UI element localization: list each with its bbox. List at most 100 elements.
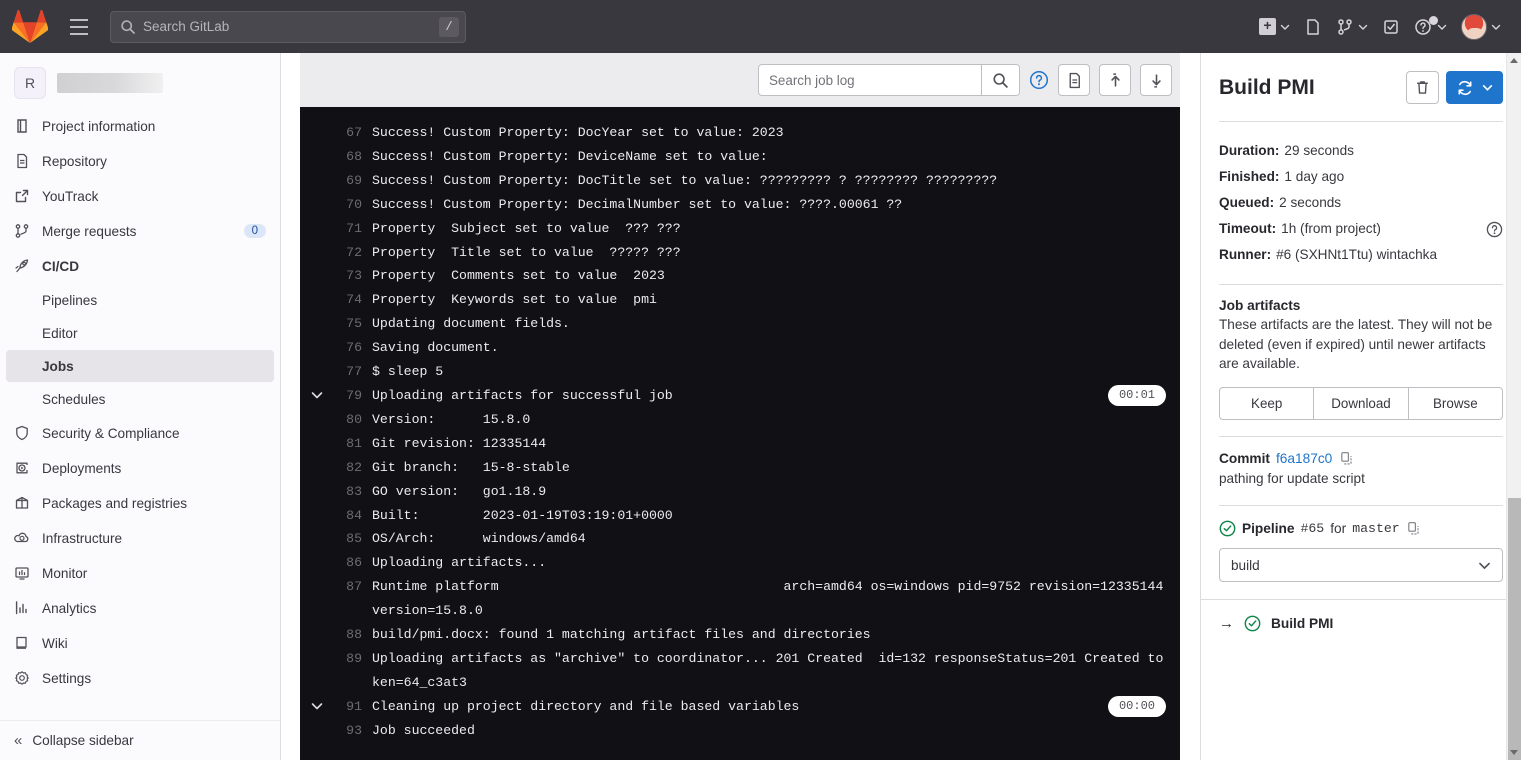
copy-icon[interactable] bbox=[1406, 521, 1421, 536]
create-new-button[interactable]: + bbox=[1253, 10, 1296, 44]
sidebar-item-security-compliance[interactable]: Security & Compliance bbox=[6, 416, 274, 450]
pipeline-ref[interactable]: master bbox=[1352, 521, 1399, 536]
sidebar-item-label: Monitor bbox=[42, 565, 88, 581]
commit-message: pathing for update script bbox=[1219, 470, 1365, 486]
log-line-number[interactable]: 89 bbox=[334, 647, 372, 671]
scrollbar-up-arrow-icon[interactable] bbox=[1510, 58, 1518, 63]
current-job-row[interactable]: → Build PMI bbox=[1219, 615, 1503, 632]
raw-log-button[interactable] bbox=[1058, 64, 1090, 96]
job-detail-timeout: Timeout: 1h (from project) bbox=[1219, 216, 1503, 242]
log-line-text: Uploading artifacts for successful job bbox=[372, 387, 673, 403]
log-line-number[interactable]: 76 bbox=[334, 336, 372, 360]
commit-sha-link[interactable]: f6a187c0 bbox=[1276, 451, 1332, 466]
issues-button[interactable] bbox=[1298, 10, 1328, 44]
sidebar-item-analytics[interactable]: Analytics bbox=[6, 591, 274, 625]
detail-value: 29 seconds bbox=[1284, 143, 1354, 158]
log-line-text: build/pmi.docx: found 1 matching artifac… bbox=[372, 627, 871, 643]
browse-artifacts-button[interactable]: Browse bbox=[1407, 386, 1503, 420]
global-search-placeholder: Search GitLab bbox=[143, 19, 230, 34]
log-line-number[interactable]: 85 bbox=[334, 527, 372, 551]
collapse-section-chevron-icon[interactable] bbox=[300, 384, 334, 408]
sidebar-item-cicd[interactable]: CI/CD bbox=[6, 249, 274, 283]
chevron-down-icon bbox=[1482, 85, 1493, 91]
section-duration-badge: 00:01 bbox=[1107, 384, 1166, 406]
sidebar-item-deployments[interactable]: Deployments bbox=[6, 451, 274, 485]
log-line-number[interactable]: 70 bbox=[334, 193, 372, 217]
stage-dropdown[interactable]: build bbox=[1219, 548, 1503, 582]
commit-section: Commit f6a187c0 pathing for update scrip… bbox=[1219, 451, 1503, 489]
scroll-to-top-button[interactable] bbox=[1099, 64, 1131, 96]
log-line-number[interactable]: 80 bbox=[334, 408, 372, 432]
log-line-number[interactable]: 83 bbox=[334, 480, 372, 504]
sidebar-item-schedules[interactable]: Schedules bbox=[6, 383, 274, 415]
page-scrollbar[interactable] bbox=[1506, 53, 1521, 760]
question-circle-icon[interactable] bbox=[1029, 70, 1049, 90]
gitlab-logo[interactable] bbox=[12, 9, 48, 44]
scroll-to-bottom-button[interactable] bbox=[1140, 64, 1172, 96]
artifacts-title: Job artifacts bbox=[1219, 298, 1301, 313]
sidebar-item-editor[interactable]: Editor bbox=[6, 317, 274, 349]
log-line-number[interactable]: 74 bbox=[334, 288, 372, 312]
collapse-sidebar-button[interactable]: « Collapse sidebar bbox=[0, 720, 280, 760]
sidebar-item-monitor[interactable]: Monitor bbox=[6, 556, 274, 590]
collapse-section-chevron-icon[interactable] bbox=[300, 695, 334, 719]
log-line-number[interactable]: 69 bbox=[334, 169, 372, 193]
sidebar-item-infrastructure[interactable]: Infrastructure bbox=[6, 521, 274, 555]
log-line-number[interactable]: 79 bbox=[334, 384, 372, 408]
log-line-number[interactable]: 91 bbox=[334, 695, 372, 719]
merge-requests-button[interactable] bbox=[1330, 10, 1374, 44]
document-icon bbox=[17, 153, 28, 169]
sidebar-item-repository[interactable]: Repository bbox=[6, 144, 274, 178]
detail-label: Runner: bbox=[1219, 247, 1272, 262]
job-log-output[interactable]: 67 Success! Custom Property: DocYear set … bbox=[300, 107, 1180, 760]
user-menu-button[interactable] bbox=[1455, 10, 1507, 44]
log-line-number[interactable]: 84 bbox=[334, 504, 372, 528]
job-log-search-button[interactable] bbox=[981, 65, 1019, 95]
sidebar-item-youtrack[interactable]: YouTrack bbox=[6, 179, 274, 213]
current-job-name: Build PMI bbox=[1271, 616, 1334, 631]
sidebar-item-packages-registries[interactable]: Packages and registries bbox=[6, 486, 274, 520]
log-line-number[interactable]: 67 bbox=[334, 121, 372, 145]
divider bbox=[1219, 284, 1503, 285]
sidebar-item-merge-requests[interactable]: Merge requests 0 bbox=[6, 214, 274, 248]
log-line-number[interactable]: 73 bbox=[334, 264, 372, 288]
sidebar-item-pipelines[interactable]: Pipelines bbox=[6, 284, 274, 316]
copy-icon[interactable] bbox=[1339, 451, 1354, 466]
log-line-number[interactable]: 75 bbox=[334, 312, 372, 336]
log-line-number[interactable]: 82 bbox=[334, 456, 372, 480]
search-input[interactable] bbox=[759, 72, 981, 88]
global-search-input[interactable]: Search GitLab / bbox=[110, 10, 466, 43]
log-line: 84 Built: 2023-01-19T03:19:01+0000 bbox=[300, 504, 1180, 528]
log-line-number[interactable]: 86 bbox=[334, 551, 372, 575]
log-line-number[interactable]: 77 bbox=[334, 360, 372, 384]
sidebar-item-jobs[interactable]: Jobs bbox=[6, 350, 274, 382]
erase-job-log-button[interactable] bbox=[1406, 71, 1439, 104]
log-line-number[interactable]: 71 bbox=[334, 217, 372, 241]
hamburger-menu-icon[interactable] bbox=[62, 10, 96, 44]
log-line-number[interactable]: 87 bbox=[334, 575, 372, 599]
sidebar-item-project-information[interactable]: Project information bbox=[6, 109, 274, 143]
sidebar-subitem-label: Editor bbox=[42, 325, 78, 341]
sidebar-item-wiki[interactable]: Wiki bbox=[6, 626, 274, 660]
todo-check-icon bbox=[1384, 19, 1398, 34]
job-log-search[interactable] bbox=[758, 64, 1020, 96]
pipeline-number[interactable]: #65 bbox=[1300, 521, 1324, 536]
todos-button[interactable] bbox=[1376, 10, 1406, 44]
download-artifacts-button[interactable]: Download bbox=[1313, 386, 1409, 420]
sidebar-item-settings[interactable]: Settings bbox=[6, 661, 274, 695]
document-icon bbox=[1069, 72, 1080, 88]
artifacts-description: These artifacts are the latest. They wil… bbox=[1219, 317, 1493, 371]
log-line-number[interactable]: 68 bbox=[334, 145, 372, 169]
sidebar-project-header[interactable]: R bbox=[0, 61, 280, 109]
retry-job-button[interactable] bbox=[1446, 71, 1503, 104]
log-line-number[interactable]: 93 bbox=[334, 719, 372, 743]
log-line-number[interactable]: 72 bbox=[334, 241, 372, 265]
keep-artifacts-button[interactable]: Keep bbox=[1219, 386, 1315, 420]
log-line-number[interactable]: 81 bbox=[334, 432, 372, 456]
log-line-number[interactable]: 88 bbox=[334, 623, 372, 647]
scrollbar-down-arrow-icon[interactable] bbox=[1510, 750, 1518, 755]
help-button[interactable] bbox=[1408, 10, 1453, 44]
question-circle-icon[interactable] bbox=[1486, 221, 1503, 238]
scrollbar-thumb[interactable] bbox=[1508, 498, 1521, 760]
log-line-text: Uploading artifacts... bbox=[372, 555, 547, 571]
